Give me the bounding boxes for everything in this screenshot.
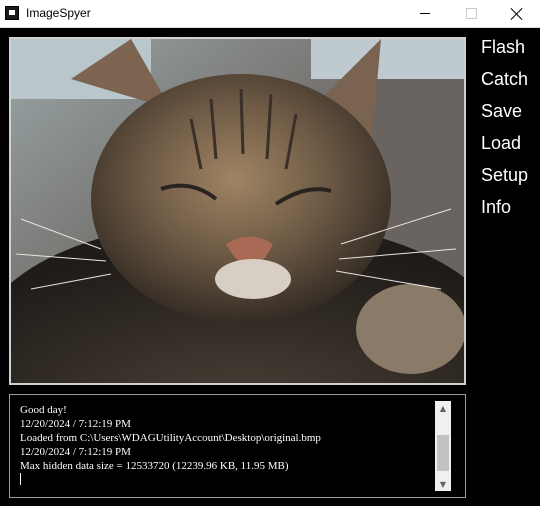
scroll-thumb[interactable] (437, 435, 449, 471)
minimize-icon (420, 13, 430, 14)
cat-photo (11, 39, 464, 383)
close-icon (511, 8, 523, 20)
scroll-down-icon[interactable]: ▼ (435, 477, 451, 491)
menu-flash[interactable]: Flash (481, 35, 528, 67)
app-window: ImageSpyer Flash Catch Save Load Setup I… (0, 0, 540, 506)
log-line: 12/20/2024 / 7:12:19 PM (20, 418, 131, 430)
log-line: 12/20/2024 / 7:12:19 PM (20, 446, 131, 458)
side-menu: Flash Catch Save Load Setup Info (481, 35, 528, 227)
minimize-button[interactable] (402, 0, 448, 27)
log-textarea[interactable]: Good day! 12/20/2024 / 7:12:19 PM Loaded f… (9, 394, 466, 498)
text-cursor (20, 473, 21, 485)
log-scrollbar[interactable]: ▲ ▼ (435, 401, 451, 491)
close-button[interactable] (494, 0, 540, 27)
log-line: Max hidden data size = 12533720 (12239.9… (20, 460, 289, 472)
title-bar[interactable]: ImageSpyer (0, 0, 540, 28)
maximize-button[interactable] (448, 0, 494, 27)
menu-setup[interactable]: Setup (481, 163, 528, 195)
image-preview (9, 37, 466, 385)
menu-info[interactable]: Info (481, 195, 528, 227)
menu-catch[interactable]: Catch (481, 67, 528, 99)
window-title: ImageSpyer (26, 6, 91, 20)
menu-save[interactable]: Save (481, 99, 528, 131)
log-line: Good day! (20, 404, 67, 416)
log-line: Loaded from C:\Users\WDAGUtilityAccount\… (20, 432, 321, 444)
scroll-up-icon[interactable]: ▲ (435, 401, 451, 415)
app-icon[interactable] (5, 6, 19, 20)
maximize-icon (465, 8, 477, 19)
log-content: Good day! 12/20/2024 / 7:12:19 PM Loaded f… (20, 403, 430, 473)
menu-load[interactable]: Load (481, 131, 528, 163)
